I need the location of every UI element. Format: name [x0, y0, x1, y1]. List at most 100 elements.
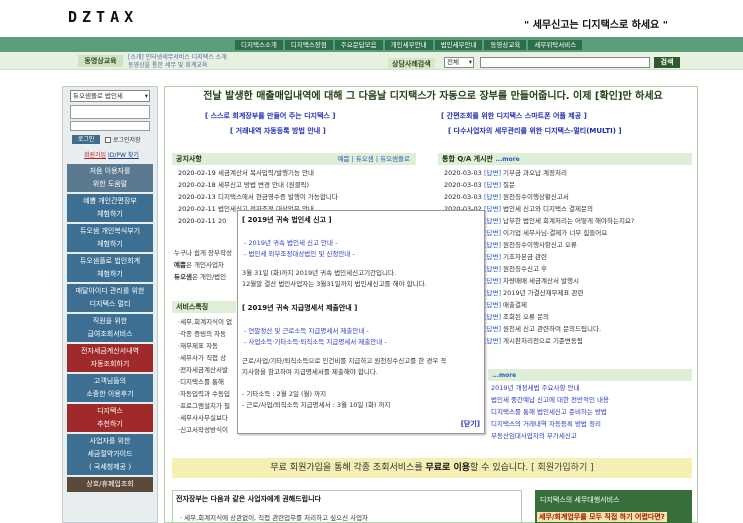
qna-text[interactable]: 이기업 세무사님-결제가 너무 힘들어요 [503, 227, 690, 239]
popup-text-2a: 근로/사업/기타/퇴직소득으로 인건비를 지급하고 원천징수신고를 한 경우 꼭 [242, 357, 447, 365]
qna-answer-tag: [답변] [484, 241, 502, 249]
sidebar-button-0[interactable]: 처음 이용자를 위한 도움말 [67, 164, 153, 192]
sidebar-button-9[interactable]: 사업자를 위한 세금절약가이드 ( 국세청제공 ) [67, 434, 153, 475]
service-item: · 재무제표 자동 [178, 342, 219, 350]
tax-guide-text[interactable]: 법인세 중간예납 신고에 대한 전반적인 내용 [491, 394, 691, 406]
popup-close-button[interactable]: [닫기] [461, 419, 480, 429]
tax-guide-text[interactable]: 부동산임대사업자의 부가세신고 [491, 430, 691, 442]
find-id-link[interactable]: ID/PW 찾기 [108, 152, 139, 159]
promo-link-auto-register[interactable]: [ 거래내역 자동등록 방법 안내 ] [230, 126, 326, 136]
promo-link-self-books[interactable]: [ 스스로 회계장부를 만들어 주는 디지택스 ] [205, 111, 336, 121]
tax-guide-text[interactable]: 디지택스를 통해 법인세신고 준비하는 방법 [491, 406, 691, 418]
sidebar-button-4[interactable]: 매달아이디 관리를 위한 디지택스 멀티 [67, 284, 153, 312]
sidebar-button-6[interactable]: 전자세금계산서내역 자동조회하기 [67, 344, 153, 372]
topnav-item-0[interactable]: 디지택스소개 [235, 40, 283, 50]
qna-row[interactable]: 2020-03-03 [답변] 질문 [444, 179, 690, 191]
sidebar-button-3[interactable]: 듀오샘플로 법인회계 체험하기 [67, 254, 153, 282]
qna-text[interactable]: 차량매매 세금계산서 발행시 [503, 275, 690, 287]
qna-answer-tag: [답변] [484, 289, 502, 297]
tax-guide-text[interactable]: 디지택스의 거래내역 자동등록 방법 정리 [491, 418, 691, 430]
qna-text[interactable]: 게시판처리전으로 기준변동됨 [503, 335, 690, 347]
login-button[interactable]: 로그인 [72, 135, 100, 144]
notice-text[interactable]: 세무신고 방법 변경 안내 (원클릭) [218, 179, 414, 191]
consult-search-input[interactable] [480, 57, 650, 68]
qna-row[interactable]: 2020-03-03 [답변] 기부금 과오납 계정처리 [444, 167, 690, 179]
product-select[interactable]: 듀오샘플로 법인세 ▾ [70, 90, 150, 102]
sidebar-button-label: 전자세금계산서내역 [81, 347, 139, 355]
sidebar-button-label: 디지택스 [97, 407, 123, 415]
site-logo[interactable]: DZTAX [68, 8, 138, 26]
qna-row[interactable]: 2020-03-03 [답변] 원천징수이행상황신고서 [444, 191, 690, 203]
notice-text[interactable]: 디지택스에서 현금영수증 발행이 가능합니다 [218, 191, 414, 203]
notice-date: 2020-02-11 [178, 205, 216, 213]
qna-text[interactable]: 기부금 과오납 계정처리 [503, 167, 690, 179]
qna-text[interactable]: 매출결제 [503, 299, 690, 311]
checkbox-icon[interactable] [105, 136, 111, 143]
qna-more-link[interactable]: ...more [495, 156, 519, 163]
qna-text[interactable]: 질문 [503, 179, 690, 191]
promo-link-multi[interactable]: [ 다수사업자의 세무관리를 위한 디지택스-멀티(MULTI) ] [448, 126, 622, 136]
tax-guide-list: 2019년 개정세법 주요사항 안내 법인세 중간예납 신고에 대한 전반적인 내… [491, 382, 691, 442]
edu-tab[interactable]: 동영상교육 [78, 55, 123, 67]
signup-link[interactable]: [ 회원가입하기 ] [531, 463, 593, 473]
popup-link-business-income[interactable]: - 사업소득·기타소득·퇴직소득 지급명세서 제출안내 - [244, 336, 387, 346]
tax-guide-row[interactable]: 2019년 개정세법 주요사항 안내 [491, 382, 691, 394]
notice-row[interactable]: 2020-02-19 세금계산서 복사입력/발행기능 안내 [178, 167, 414, 179]
service-item-text: 신고서작성방식이 [180, 426, 228, 434]
topnav-item-2[interactable]: 주요문답모음 [334, 40, 383, 50]
qna-text[interactable]: 법인세 신고와 디지택스 결제문의 [503, 203, 690, 215]
service-item-text: 자동입력과 수동입 [180, 390, 230, 398]
qna-text[interactable]: 조회된 오류 문의 [503, 311, 690, 323]
qna-text[interactable]: 원천징수이행사항신고 오류 [503, 239, 690, 251]
qna-text[interactable]: 납부한 법인세 회계처리는 어떻게 해야하는지요? [503, 215, 690, 227]
sidebar-button-label: 상호/휴폐업조회 [86, 480, 134, 488]
join-link[interactable]: 회원가입 [84, 152, 106, 159]
qna-answer-tag: [답변] [484, 277, 502, 285]
search-button[interactable]: 검색 [654, 57, 680, 68]
consult-category-select[interactable]: 전체 ▾ [444, 57, 474, 68]
sidebar-button-label: 소중한 이용후기 [86, 390, 134, 398]
topnav-item-3[interactable]: 개인세무안내 [384, 40, 433, 50]
tax-guide-row[interactable]: 법인세 중간예납 신고에 대한 전반적인 내용 [491, 394, 691, 406]
notice-text[interactable]: 세금계산서 복사입력/발행기능 안내 [218, 167, 414, 179]
save-login-checkbox[interactable]: 로그인저장 [105, 135, 141, 144]
sidebar-button-label: 체험하기 [97, 270, 123, 278]
qna-text[interactable]: 2019년 가결산재무제표 관련 [503, 287, 690, 299]
service-item: · 세무사사무실보다 [178, 414, 228, 422]
password-input[interactable] [70, 121, 150, 131]
tax-guide-row[interactable]: 디지택스를 통해 법인세신고 준비하는 방법 [491, 406, 691, 418]
promo-link-app[interactable]: [ 간편조회를 위한 디지택스 스마트폰 어플 제공 ] [441, 111, 587, 121]
service-list: · 세무,회계지식이 없 · 각종 증빙의 자동 · 재무제표 자동 · 세무사가 직… [178, 316, 238, 436]
topnav-item-6[interactable]: 세무위탁서비스 [528, 40, 583, 50]
id-input[interactable] [70, 105, 150, 119]
topnav-item-1[interactable]: 디지택스장점 [284, 40, 333, 50]
tax-guide-text[interactable]: 2019년 개정세법 주요사항 안내 [491, 382, 691, 394]
sidebar-button-2[interactable]: 듀오샘 개인복식부기 체험하기 [67, 224, 153, 252]
sidebar-button-10[interactable]: 상호/휴폐업조회 [67, 477, 153, 492]
notice-tabs[interactable]: 예쁨 | 듀오샘 | 듀오샘플로 [338, 153, 410, 165]
topnav-item-5[interactable]: 동영상교육 [484, 40, 527, 50]
sidebar-button-5[interactable]: 직원을 위한 급여조회서비스 [67, 314, 153, 342]
sub-nav-link-edu[interactable]: 동영상을 통한 세무 및 회계교육 [128, 62, 227, 70]
tax-guide-more-link[interactable]: ...more [492, 372, 516, 379]
sub-nav-link-intro[interactable]: [소개] 인터넷세무서비스 디지택스 소개 [128, 54, 227, 62]
sidebar-button-7[interactable]: 고객님들의 소중한 이용후기 [67, 374, 153, 402]
qna-text[interactable]: 원천세 신고 관련하여 문의드립니다. [503, 323, 690, 335]
qna-text[interactable]: 원천징수이행상황신고서 [503, 191, 690, 203]
popup-link-yearend[interactable]: - 연말정산 및 근로소득 지급명세서 제출안내 - [244, 325, 369, 335]
qna-answer-tag: [답변] [484, 193, 502, 201]
qna-text[interactable]: 기초자본금 관련 [503, 251, 690, 263]
qna-text[interactable]: 원천징수신고 후 [503, 263, 690, 275]
tax-agency-ad-title: 디지택스의 세무대행서비스 [540, 496, 620, 504]
notice-row[interactable]: 2020-02-13 디지택스에서 현금영수증 발행이 가능합니다 [178, 191, 414, 203]
sidebar-button-8[interactable]: 디지택스 추천하기 [67, 404, 153, 432]
topnav-item-4[interactable]: 법인세무안내 [434, 40, 483, 50]
qna-title: 통합 Q/A 게시판 [442, 155, 493, 163]
popup-link-external-adjust[interactable]: - 법인세 외부조정대상법인 및 신청안내 - [244, 248, 355, 258]
recommend-line: · 세무,회계지식에 상관없이, 직접 관련업무를 처리하고 싶으신 사업자 [180, 514, 369, 522]
tax-guide-row[interactable]: 부동산임대사업자의 부가세신고 [491, 430, 691, 442]
notice-row[interactable]: 2020-02-18 세무신고 방법 변경 안내 (원클릭) [178, 179, 414, 191]
tax-guide-row[interactable]: 디지택스의 거래내역 자동등록 방법 정리 [491, 418, 691, 430]
popup-link-corp-tax-guide[interactable]: - 2019년 귀속 법인세 신고 안내 - [244, 237, 337, 247]
sidebar-button-1[interactable]: 예쁨 개인간편장부 체험하기 [67, 194, 153, 222]
